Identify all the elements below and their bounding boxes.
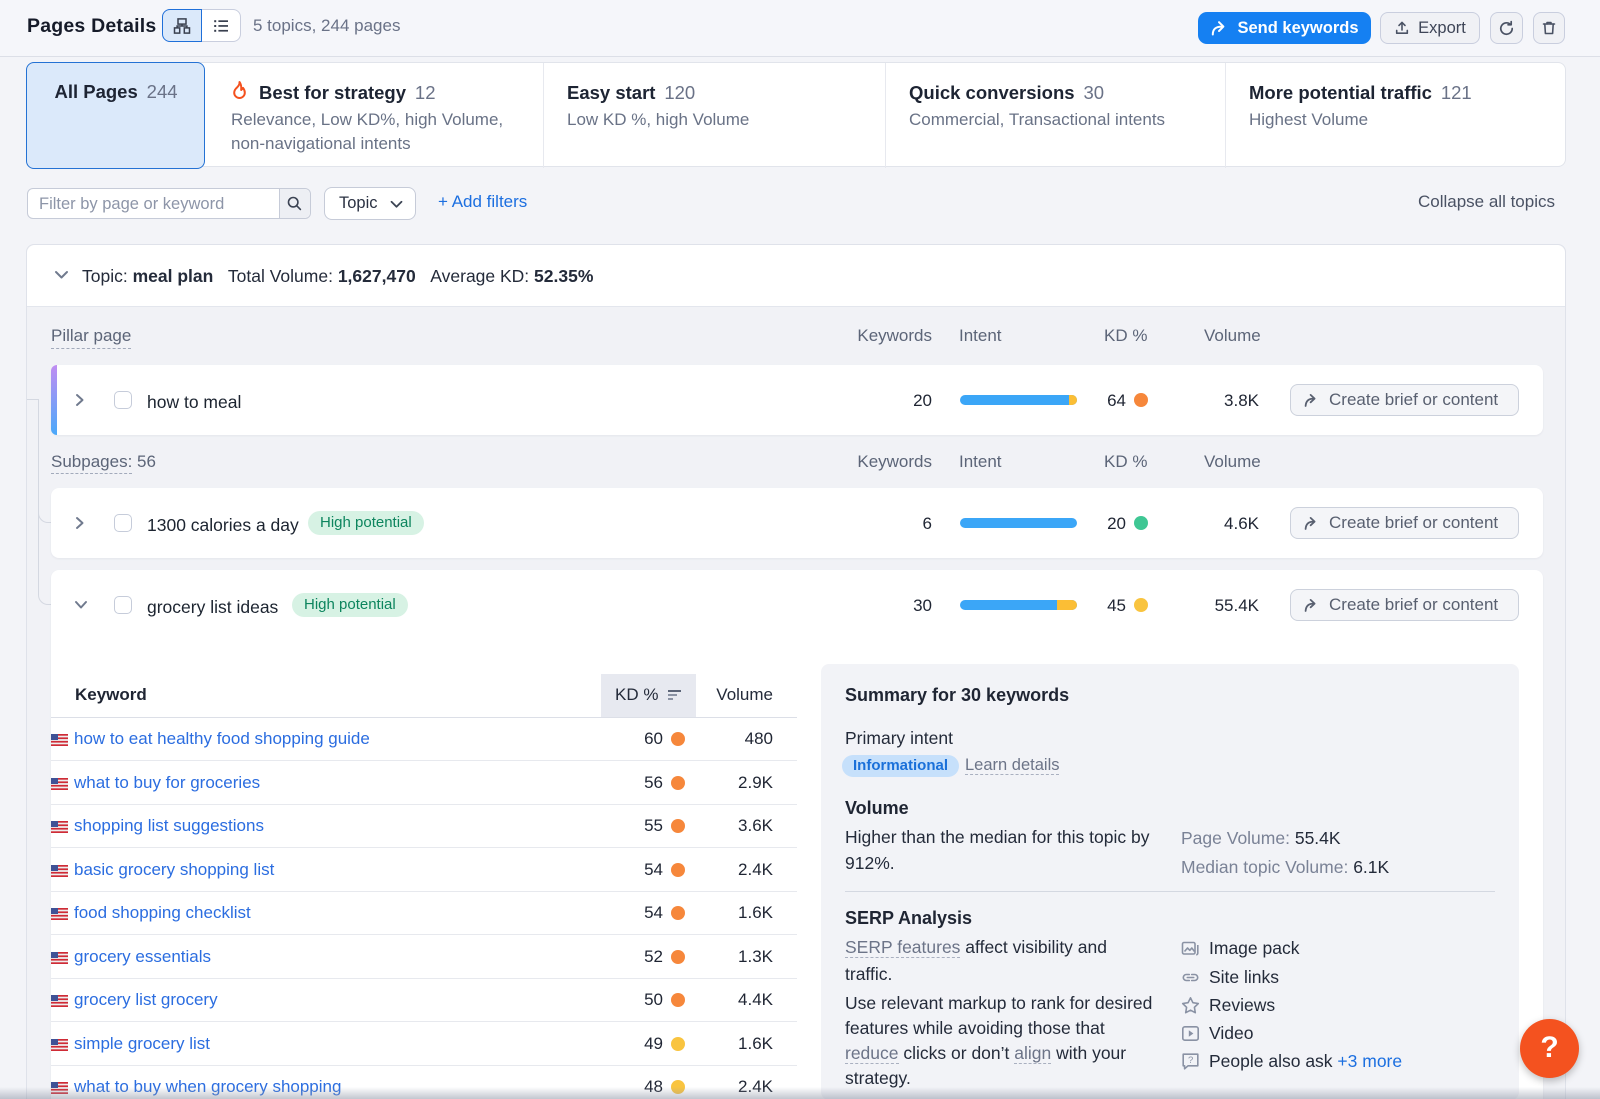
svg-text:?: ? bbox=[1188, 1055, 1193, 1066]
